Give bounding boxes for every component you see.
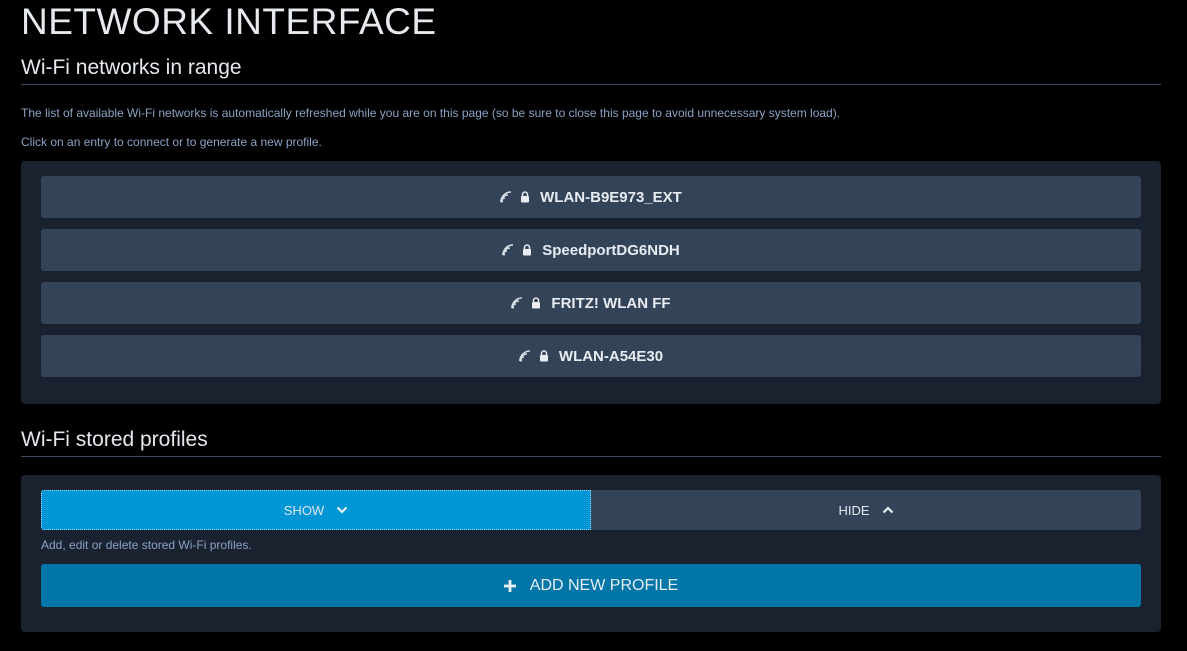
wifi-signal-icon (519, 350, 533, 362)
stored-profiles-heading: Wi-Fi stored profiles (21, 428, 1161, 457)
profiles-description: Add, edit or delete stored Wi-Fi profile… (41, 538, 252, 552)
hide-profiles-button[interactable]: HIDE (591, 490, 1141, 530)
profiles-visibility-toggle: SHOW HIDE (41, 490, 1141, 530)
network-ssid: WLAN-A54E30 (558, 347, 664, 365)
lock-icon (520, 191, 530, 203)
plus-icon (503, 579, 516, 592)
lock-icon (539, 350, 549, 362)
networks-click-hint: Click on an entry to connect or to gener… (21, 135, 322, 149)
wifi-signal-icon (502, 244, 516, 256)
chevron-up-icon (882, 506, 894, 514)
network-interface-page: NETWORK INTERFACE Wi-Fi networks in rang… (0, 0, 1187, 651)
add-new-profile-button[interactable]: ADD NEW PROFILE (41, 564, 1141, 607)
network-ssid: WLAN-B9E973_EXT (540, 188, 682, 206)
hide-label: HIDE (838, 502, 870, 518)
lock-icon (522, 244, 532, 256)
network-item[interactable]: FRITZ! WLAN FF (41, 282, 1141, 324)
show-profiles-button[interactable]: SHOW (41, 490, 591, 530)
show-label: SHOW (283, 502, 325, 518)
chevron-down-icon (336, 506, 348, 514)
network-ssid: FRITZ! WLAN FF (551, 294, 671, 312)
network-item[interactable]: WLAN-A54E30 (41, 335, 1141, 377)
networks-refresh-note: The list of available Wi-Fi networks is … (21, 106, 841, 120)
profiles-panel: SHOW HIDE Add, edit or delete stored Wi-… (21, 475, 1161, 632)
networks-panel: WLAN-B9E973_EXT SpeedportDG6NDH FRITZ! W (21, 161, 1161, 404)
wifi-signal-icon (511, 297, 525, 309)
network-ssid: SpeedportDG6NDH (542, 241, 680, 259)
network-item[interactable]: SpeedportDG6NDH (41, 229, 1141, 271)
network-list: WLAN-B9E973_EXT SpeedportDG6NDH FRITZ! W (41, 176, 1141, 388)
lock-icon (531, 297, 541, 309)
page-title: NETWORK INTERFACE (21, 1, 437, 42)
wifi-signal-icon (500, 191, 514, 203)
network-item[interactable]: WLAN-B9E973_EXT (41, 176, 1141, 218)
add-new-profile-label: ADD NEW PROFILE (529, 576, 679, 594)
networks-in-range-heading: Wi-Fi networks in range (21, 56, 1161, 85)
